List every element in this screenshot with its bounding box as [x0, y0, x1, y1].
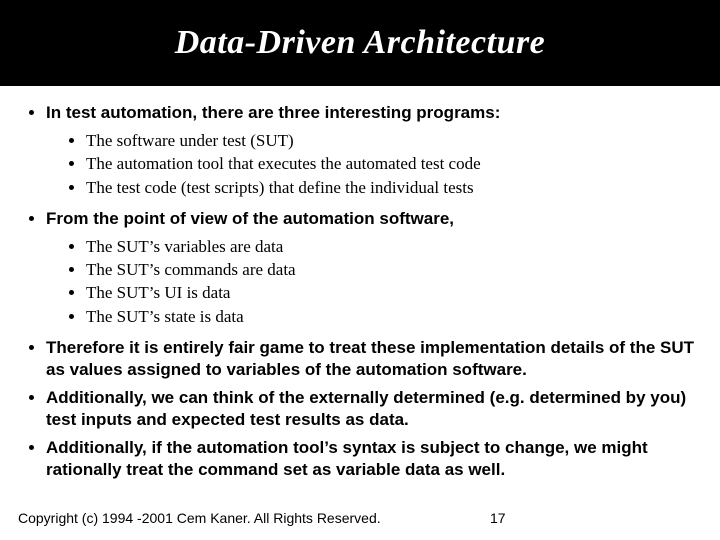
bullet-0-sub-1: The automation tool that executes the au… [86, 153, 696, 174]
slide-title: Data-Driven Architecture [175, 24, 546, 62]
bullet-4: Additionally, if the automation tool’s s… [46, 437, 696, 481]
slide-body: In test automation, there are three inte… [0, 88, 720, 482]
bullet-3-text: Additionally, we can think of the extern… [46, 388, 686, 429]
page-number: 17 [490, 510, 506, 526]
bullet-0-sub-0: The software under test (SUT) [86, 130, 696, 151]
bullet-4-text: Additionally, if the automation tool’s s… [46, 438, 648, 479]
bullet-0-text: In test automation, there are three inte… [46, 103, 500, 122]
bullet-0-sub: The software under test (SUT) The automa… [46, 130, 696, 198]
title-band: Data-Driven Architecture [0, 0, 720, 88]
bullet-1-sub-0: The SUT’s variables are data [86, 236, 696, 257]
bullet-1-text: From the point of view of the automation… [46, 209, 454, 228]
bullet-2-text: Therefore it is entirely fair game to tr… [46, 338, 694, 379]
bullet-3: Additionally, we can think of the extern… [46, 387, 696, 431]
bullet-1: From the point of view of the automation… [46, 208, 696, 327]
bullet-0-sub-2: The test code (test scripts) that define… [86, 177, 696, 198]
bullet-1-sub: The SUT’s variables are data The SUT’s c… [46, 236, 696, 327]
bullet-0: In test automation, there are three inte… [46, 102, 696, 198]
bullet-1-sub-2: The SUT’s UI is data [86, 282, 696, 303]
slide: Data-Driven Architecture In test automat… [0, 0, 720, 540]
bullet-2: Therefore it is entirely fair game to tr… [46, 337, 696, 381]
bullet-1-sub-3: The SUT’s state is data [86, 306, 696, 327]
outer-list: In test automation, there are three inte… [24, 102, 696, 482]
footer-copyright: Copyright (c) 1994 -2001 Cem Kaner. All … [18, 510, 381, 526]
bullet-1-sub-1: The SUT’s commands are data [86, 259, 696, 280]
